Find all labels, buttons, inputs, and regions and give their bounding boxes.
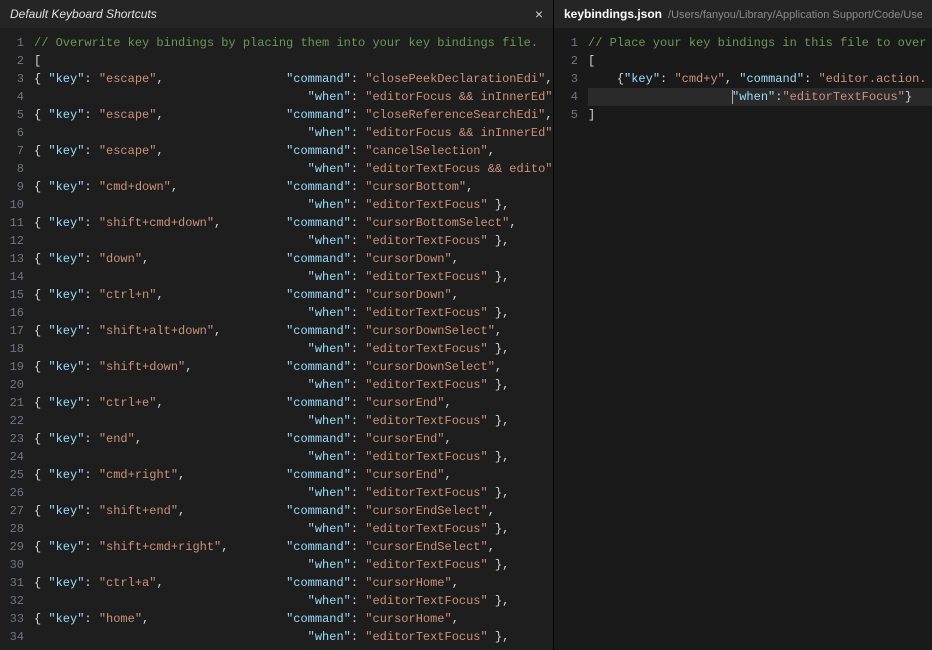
left-line-gutter: 1234567891011121314151617181920212223242… (0, 28, 34, 650)
default-keybindings-pane: Default Keyboard Shortcuts × 12345678910… (0, 0, 553, 650)
right-tab-path: /Users/fanyou/Library/Application Suppor… (668, 9, 922, 21)
right-tab-bar: keybindings.json /Users/fanyou/Library/A… (554, 0, 932, 28)
left-editor[interactable]: 1234567891011121314151617181920212223242… (0, 28, 553, 650)
right-editor[interactable]: 12345 // Place your key bindings in this… (554, 28, 932, 650)
right-tab-title[interactable]: keybindings.json (564, 7, 662, 21)
left-tab-bar: Default Keyboard Shortcuts × (0, 0, 553, 28)
right-line-gutter: 12345 (554, 28, 588, 650)
user-keybindings-pane: keybindings.json /Users/fanyou/Library/A… (553, 0, 932, 650)
left-tab-title[interactable]: Default Keyboard Shortcuts (10, 7, 157, 21)
left-code-area[interactable]: // Overwrite key bindings by placing the… (34, 28, 553, 650)
right-code-area[interactable]: // Place your key bindings in this file … (588, 28, 932, 650)
close-icon[interactable]: × (535, 6, 543, 22)
